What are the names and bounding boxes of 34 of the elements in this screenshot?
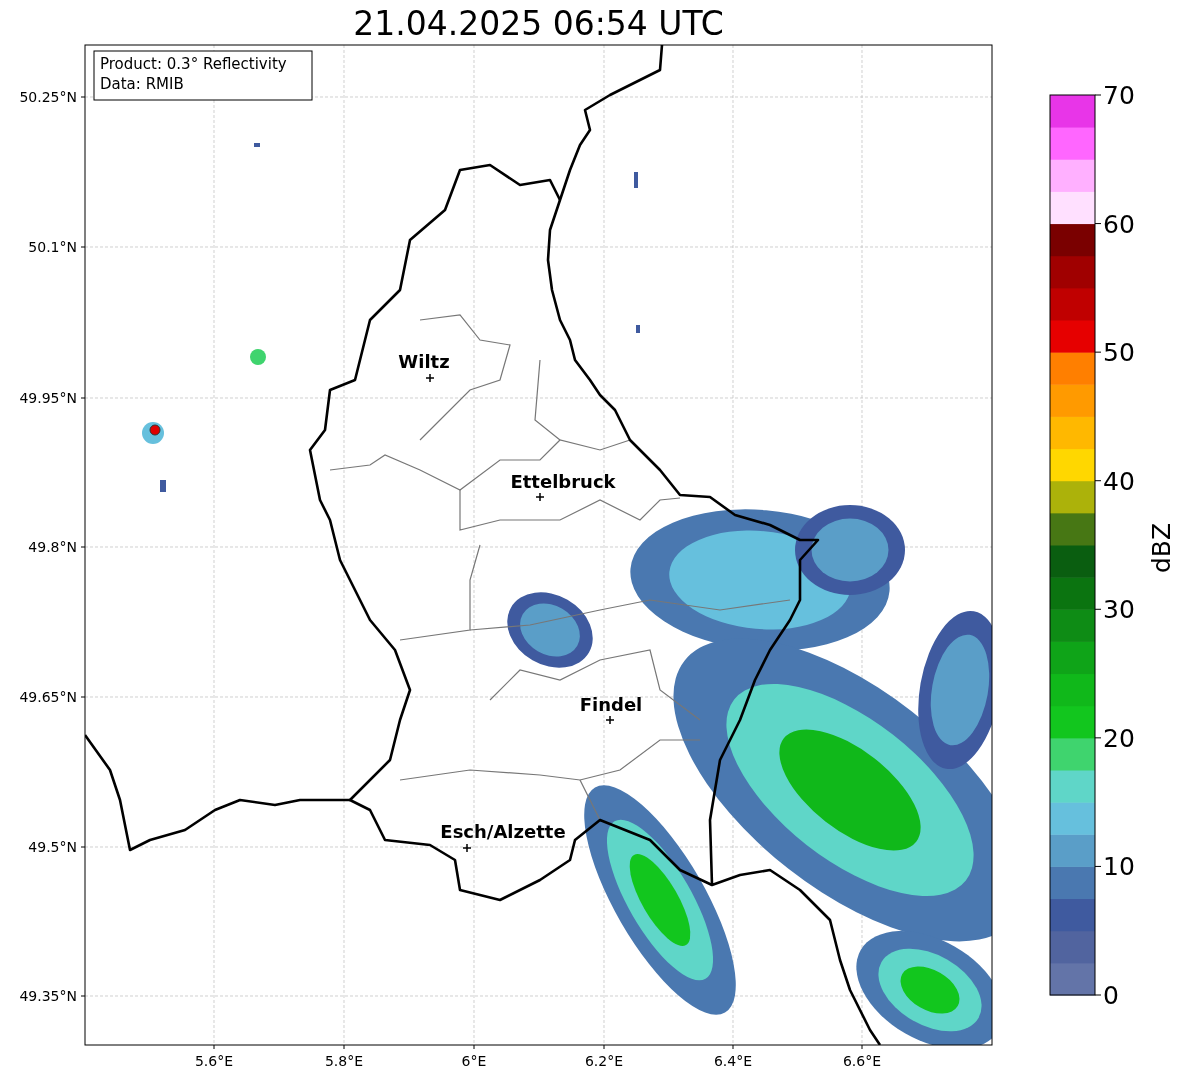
radar-site-icon [149, 424, 161, 436]
y-tick-label: 50.1°N [28, 239, 77, 255]
y-tick-label: 49.5°N [28, 839, 77, 855]
colorbar-tick-label: 70 [1103, 81, 1135, 110]
colorbar-tick-label: 30 [1103, 595, 1135, 625]
colorbar-tick-label: 40 [1103, 466, 1135, 496]
x-tick-label: 6°E [461, 1053, 487, 1069]
y-tick-label: 49.65°N [19, 689, 77, 705]
colorbar-tick-label: 10 [1103, 852, 1135, 882]
y-tick-label: 49.8°N [28, 539, 77, 555]
y-tick-label: 49.35°N [19, 988, 77, 1004]
place-label: Ettelbruck [510, 471, 616, 492]
x-tick-label: 5.8°E [324, 1053, 364, 1069]
info-text: Data: RMIB [100, 75, 184, 93]
x-tick-label: 6.4°E [713, 1053, 753, 1069]
x-tick-label: 5.6°E [194, 1053, 234, 1069]
place-marker-icon [605, 715, 615, 725]
y-tick-label: 50.25°N [19, 89, 77, 105]
place-label: Findel [579, 694, 643, 715]
x-tick-label: 6.2°E [584, 1053, 624, 1069]
place-marker-icon [462, 843, 472, 853]
place-marker-icon [535, 492, 545, 502]
colorbar-tick-label: 20 [1103, 723, 1135, 753]
y-tick-label: 49.95°N [19, 390, 77, 406]
colorbar-tick-label: 60 [1103, 209, 1135, 239]
place-label: Wiltz [398, 351, 450, 372]
place-label: Esch/Alzette [440, 821, 566, 842]
colorbar-label: dBZ [1147, 522, 1176, 574]
colorbar-tick-label: 50 [1103, 338, 1135, 368]
colorbar-tick-label: 0 [1103, 981, 1119, 1010]
x-tick-label: 6.6°E [842, 1053, 882, 1069]
place-marker-icon [425, 373, 435, 383]
chart-title: 21.04.2025 06:54 UTC [352, 4, 725, 44]
info-text: Product: 0.3° Reflectivity [100, 55, 287, 73]
